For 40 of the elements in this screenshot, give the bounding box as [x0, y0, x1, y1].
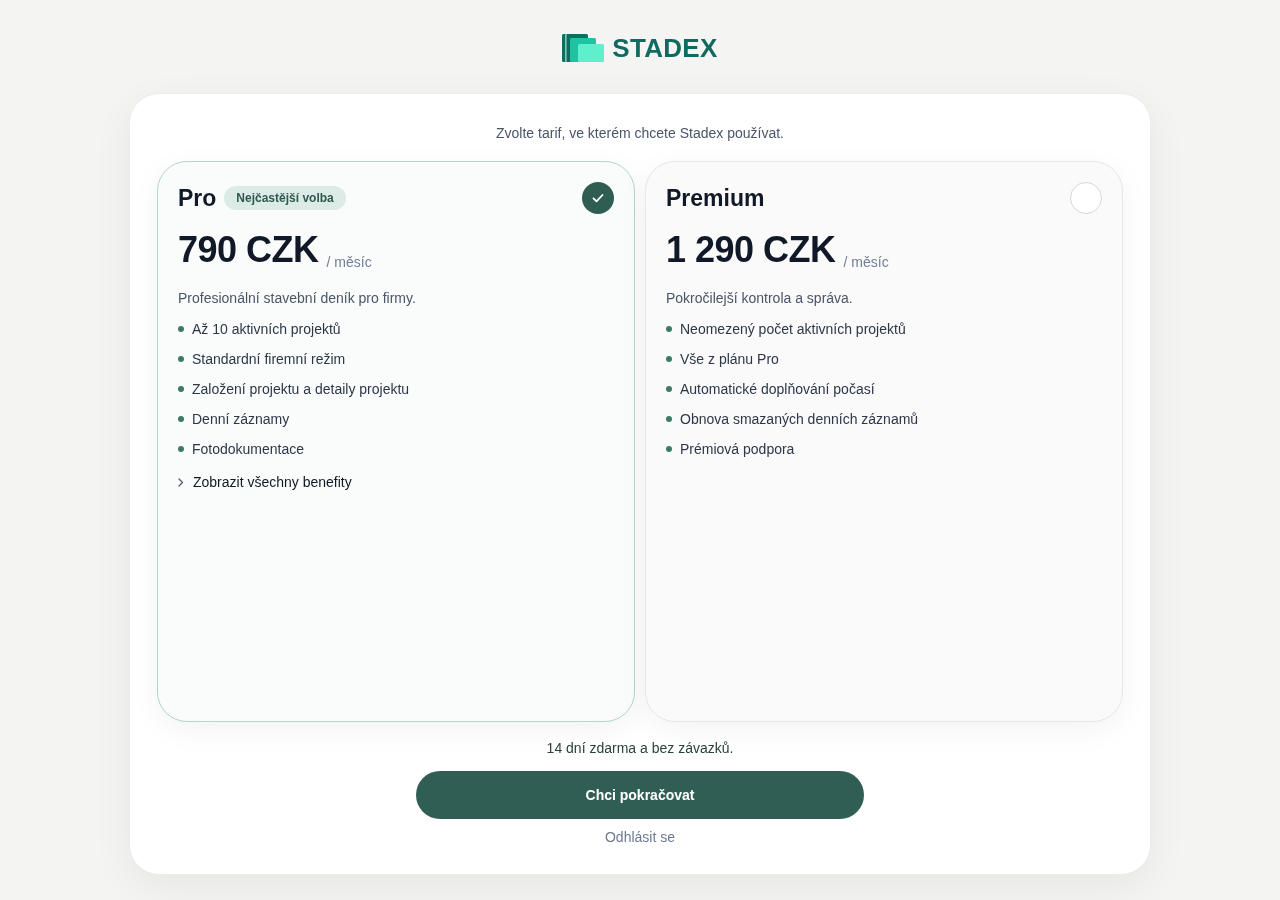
chevron-right-icon	[178, 477, 184, 487]
plan-card[interactable]: Premium 1 290 CZK / měsíc Pokročilejší kontrola a správa. Neomezený počet aktivních projektů Vše z plánu Pro Automatické doplňování počasí Obnova smazaných denních záznamů Prémiová podpora	[645, 161, 1123, 722]
price-text: 1 290 CZK	[666, 228, 836, 272]
feature-text: Automatické doplňování počasí	[680, 380, 875, 399]
feature-text: Vše z plánu Pro	[680, 350, 779, 369]
trial-note: 14 dní zdarma a bez závazků.	[546, 739, 734, 758]
plan-description: Profesionální stavební deník pro firmy.	[178, 289, 417, 308]
subtitle-text: Zvolte tarif, ve kterém chcete Stadex používat.	[496, 124, 784, 143]
feature-text: Prémiová podpora	[680, 440, 795, 459]
bullet-dot-icon	[178, 446, 184, 452]
bullet-dot-icon	[666, 386, 672, 392]
bullet-dot-icon	[178, 356, 184, 362]
bullet-dot-icon	[666, 326, 672, 332]
popular-badge: Nejčastější volba	[224, 186, 346, 210]
check-circle-icon[interactable]	[582, 182, 614, 214]
logout-link[interactable]: Odhlásit se	[604, 827, 675, 847]
bullet-dot-icon	[666, 416, 672, 422]
plan-card[interactable]	[157, 161, 635, 722]
feature-text: Denní záznamy	[192, 410, 290, 429]
period-text: / měsíc	[326, 253, 372, 272]
feature-text: Obnova smazaných denních záznamů	[680, 410, 919, 429]
bullet-dot-icon	[666, 446, 672, 452]
continue-button[interactable]: Chci pokračovat	[416, 771, 864, 819]
price-text: 790 CZK	[178, 228, 319, 272]
logo-icon	[562, 34, 605, 62]
plan-description: Pokročilejší kontrola a správa.	[666, 289, 854, 308]
bullet-dot-icon	[666, 356, 672, 362]
feature-text: Standardní firemní režim	[192, 350, 346, 369]
bullet-dot-icon	[178, 386, 184, 392]
logo-text: STADEX	[612, 34, 718, 62]
bullet-dot-icon	[178, 326, 184, 332]
feature-text: Až 10 aktivních projektů	[192, 320, 341, 339]
feature-text: Fotodokumentace	[192, 440, 305, 459]
period-text: / měsíc	[843, 253, 889, 272]
show-benefits-link[interactable]: Zobrazit všechny benefity	[178, 472, 352, 492]
plan-name: Premium	[666, 184, 765, 213]
feature-text: Založení projektu a detaily projektu	[192, 380, 410, 399]
plan-name: Pro	[178, 184, 217, 213]
bullet-dot-icon	[178, 416, 184, 422]
feature-text: Neomezený počet aktivních projektů	[680, 320, 906, 339]
